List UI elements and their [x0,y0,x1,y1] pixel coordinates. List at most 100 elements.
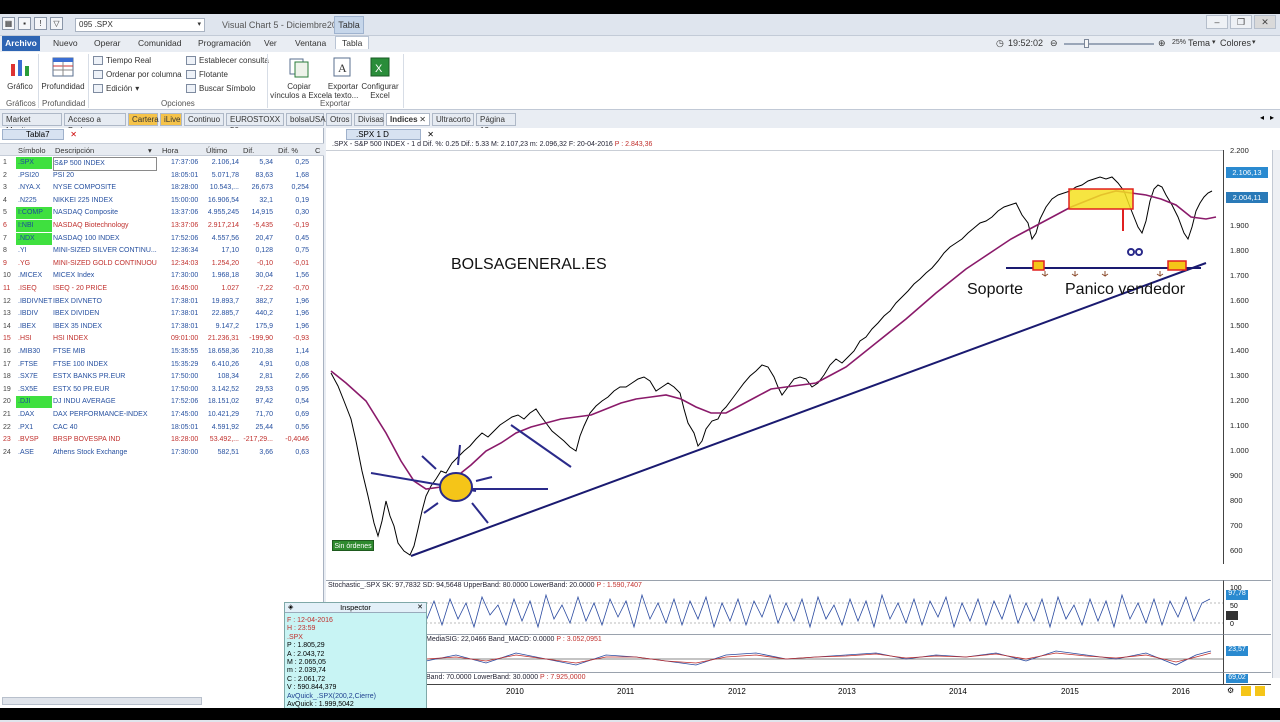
copiar-vinculos-button[interactable]: Copiar vínculos a Excel [270,56,328,100]
tab-divisas[interactable]: Divisas [354,113,384,126]
table-row[interactable]: 1 .SPX S&P 500 INDEX 17:37:06 2.106,14 5,34 0,… [0,157,324,171]
menu-tabla[interactable]: Tabla [335,36,370,49]
table-row[interactable]: 16 .MIB30 FTSE MIB 15:35:55 18.658,36 210,38 1… [0,346,324,359]
tab-spx-chart[interactable]: .SPX 1 D ✕ [346,129,434,140]
tema-menu[interactable]: Tema [1188,38,1210,48]
col-dif-pct[interactable]: Dif. % [278,146,298,155]
configurar-excel-button[interactable]: X Configurar Excel [360,56,400,100]
pin-icon[interactable]: ◈ [288,603,293,611]
flotante-button[interactable]: Flotante [186,70,228,79]
table-row[interactable]: 11 .ISEQ ISEQ - 20 PRICE 16:45:00 1.027 -7,22… [0,283,324,296]
app-icon[interactable]: ▦ [2,17,15,30]
tab-indices[interactable]: Indices ✕ [386,113,430,126]
table-row[interactable]: 5 I:COMP NASDAQ Composite 13:37:06 4.955,245… [0,207,324,220]
group-label-graficos: Gráficos [6,99,36,108]
table-row[interactable]: 7 .NDX NASDAQ 100 INDEX 17:52:06 4.557,56 20,… [0,232,324,246]
tab-cartera[interactable]: Cartera [128,113,159,126]
col-ultimo[interactable]: Último [206,146,227,155]
table-row[interactable]: 8 .YI MINI-SIZED SILVER CONTINU... 12:36:34… [0,245,324,258]
table-row[interactable]: 18 .SX7E ESTX BANKS PR.EUR 17:50:00 108,34 2,… [0,371,324,384]
col-dif[interactable]: Dif. [243,146,254,155]
close-icon[interactable]: ✕ [419,114,426,125]
menu-operar[interactable]: Operar [94,38,120,48]
zoom-slider-handle[interactable] [1084,39,1089,48]
table-row[interactable]: 10 .MICEX MICEX Index 17:30:00 1.968,18 30,04… [0,270,324,283]
price-plot-area[interactable] [326,150,1223,564]
tab-pagina-13[interactable]: Página 13 [476,113,516,135]
table-row[interactable]: 9 .YG MINI-SIZED GOLD CONTINUOUS 12:34:03 1.… [0,258,324,271]
table-row[interactable]: 21 .DAX DAX PERFORMANCE-INDEX 17:45:00 10.42… [0,409,324,422]
tab-ilive[interactable]: iLive [160,113,182,126]
table-row[interactable]: 13 .IBDIV IBEX DIVIDEN 17:38:01 22.885,7 440,… [0,308,324,321]
copy-icon [289,58,309,78]
table-row[interactable]: 2 .PSI20 PSI 20 18:05:01 5.071,78 83,63 1,68 [0,170,324,183]
alert-icon[interactable]: ! [34,17,47,30]
tab-tabla7[interactable]: Tabla7 ✕ [2,129,77,140]
context-tab-tabla[interactable]: Tabla [334,16,364,34]
close-icon[interactable]: ✕ [417,603,423,611]
col-simbolo[interactable]: Símbolo [18,146,46,155]
grafico-button[interactable]: Gráfico [3,56,37,91]
table-row[interactable]: 23 .BVSP BRSP BOVESPA IND 18:28:00 53.492,..… [0,434,324,447]
table-row[interactable]: 19 .SX5E ESTX 50 PR.EUR 17:50:00 3.142,52 29,… [0,384,324,397]
zoom-slider[interactable] [1064,43,1154,45]
table-row[interactable]: 22 .PX1 CAC 40 18:05:01 4.591,92 25,44 0,56 [0,422,324,435]
close-button[interactable]: ✕ [1254,15,1276,29]
settings-icon[interactable]: ⚙ [1227,686,1234,695]
chevron-left-icon[interactable]: ◂ [1260,113,1264,122]
chevron-down-icon[interactable]: ▾ [148,146,152,155]
col-hora[interactable]: Hora [162,146,178,155]
table-row[interactable]: 3 .NYA.X NYSE COMPOSITE 18:28:00 10.543,... 2… [0,182,324,195]
establecer-consulta-button[interactable]: Establecer consulta [186,56,269,65]
inspector-panel[interactable]: Inspector ✕ ◈ F : 12-04-2016 H : 23:59 .SP… [284,602,427,722]
symbol-search-input[interactable]: 095 .SPX ▾ [75,18,205,32]
minimize-button[interactable]: – [1206,15,1228,29]
rsi-panel[interactable]: Band: 70.0000 LowerBand: 30.0000 P : 7.9… [326,672,1223,684]
zoom-out-icon[interactable]: ⊖ [1050,38,1058,49]
buscar-simbolo-button[interactable]: Buscar Símbolo [186,84,255,93]
menu-comunidad[interactable]: Comunidad [138,38,181,48]
tab-acceso-broker[interactable]: Acceso a Broker [64,113,126,135]
close-icon[interactable]: ✕ [427,130,434,139]
table-row[interactable]: 12 .IBDIVNET IBEX DIVNETO 17:38:01 19.893,7 3… [0,296,324,309]
zoom-fit-icon[interactable] [1255,686,1265,696]
tab-otros[interactable]: Otros [326,113,352,126]
menu-ver[interactable]: Ver [264,38,277,48]
sin-ordenes-badge[interactable]: Sin órdenes [332,540,374,551]
filter-icon[interactable]: ▽ [50,17,63,30]
menu-programacion[interactable]: Programación [198,38,251,48]
table-row[interactable]: 15 .HSI HSI INDEX 09:01:00 21.236,31 -199,90 -… [0,333,324,346]
horizontal-scrollbar[interactable] [2,697,202,705]
menu-archivo[interactable]: Archivo [2,36,40,51]
table-row[interactable]: 6 I:NBI NASDAQ Biotechnology 13:37:06 2.917,… [0,220,324,233]
menu-ventana[interactable]: Ventana [295,38,326,48]
edicion-button[interactable]: Edición ▾ [93,84,139,93]
zoom-in-icon[interactable]: ⊕ [1158,38,1166,49]
macd-panel[interactable]: MediaSIG: 22,0466 Band_MACD: 0.0000 P : … [326,634,1223,672]
vertical-scrollbar[interactable] [1272,150,1280,678]
tab-market-monitor[interactable]: Market Monitor [2,113,62,135]
save-icon[interactable]: ▪ [18,17,31,30]
tab-ultracorto[interactable]: Ultracorto [432,113,474,126]
table-row[interactable]: 17 .FTSE FTSE 100 INDEX 15:35:29 6.410,26 4,9… [0,359,324,372]
ordenar-columna-button[interactable]: Ordenar por columna [93,70,182,79]
tab-bolsausa[interactable]: bolsaUSA [286,113,326,126]
table-row[interactable]: 4 .N225 NIKKEI 225 INDEX 15:00:00 16.906,54 3… [0,195,324,208]
restore-button[interactable]: ❐ [1230,15,1252,29]
table-row[interactable]: 24 .ASE Athens Stock Exchange 17:30:00 582,5… [0,447,324,460]
profundidad-button[interactable]: Profundidad [40,56,86,91]
menu-nuevo[interactable]: Nuevo [53,38,78,48]
col-descripcion[interactable]: Descripción [55,146,94,155]
col-c[interactable]: C [315,146,320,155]
tiempo-real-button[interactable]: Tiempo Real [93,56,151,65]
table-row[interactable]: 20 .DJI DJ INDU AVERAGE 17:52:06 18.151,02 97… [0,396,324,409]
exportar-texto-button[interactable]: A Exportar a texto... [326,56,360,100]
colores-menu[interactable]: Colores [1220,38,1251,48]
table-row[interactable]: 14 .IBEX IBEX 35 INDEX 17:38:01 9.147,2 175,9… [0,321,324,334]
chevron-right-icon[interactable]: ▸ [1270,113,1274,122]
stochastic-panel[interactable]: Stochastic_.SPX SK: 97,7832 SD: 94,5648 … [326,580,1223,634]
tab-eurostoxx[interactable]: EUROSTOXX 50 [226,113,284,135]
close-icon[interactable]: ✕ [70,130,77,139]
tab-continuo[interactable]: Continuo [184,113,224,126]
layout-icon[interactable] [1241,686,1251,696]
